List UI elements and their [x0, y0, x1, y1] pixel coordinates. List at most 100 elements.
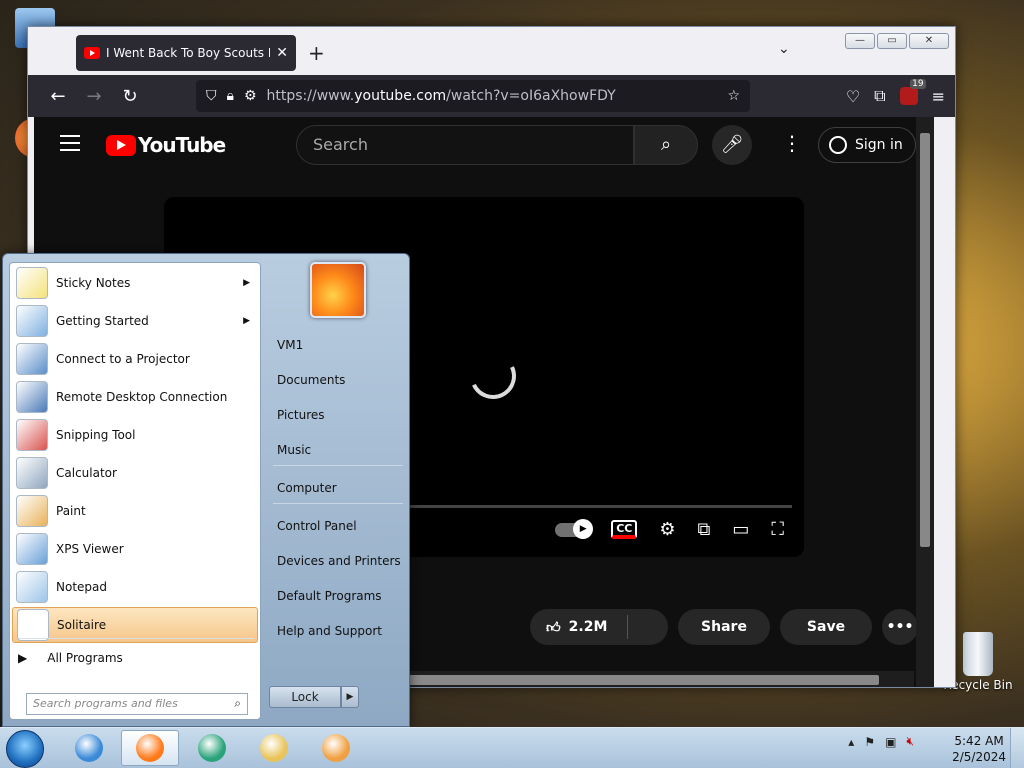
search-icon: ⌕	[660, 134, 672, 155]
start-menu-item[interactable]: Snipping Tool	[12, 417, 258, 453]
search-input[interactable]: Search	[296, 125, 634, 165]
scrollbar-thumb[interactable]	[920, 133, 930, 547]
tab-close-icon[interactable]: ✕	[276, 45, 288, 61]
clock-date: 2/5/2024	[952, 750, 1006, 764]
edge-icon	[198, 734, 226, 762]
taskbar-app-button[interactable]	[183, 730, 241, 766]
start-menu-link[interactable]: Pictures	[277, 408, 325, 422]
start-menu-link[interactable]: VM1	[277, 338, 303, 352]
network-icon[interactable]: ▣	[885, 735, 896, 749]
paint-icon	[16, 495, 48, 527]
voice-search-button[interactable]: 🎤︎	[712, 125, 752, 165]
like-count: 2.2M	[568, 619, 608, 635]
shield-icon[interactable]: ⛉	[206, 88, 217, 104]
permissions-icon[interactable]: ⚙	[244, 88, 257, 104]
start-menu-item[interactable]: Calculator	[12, 455, 258, 491]
list-tabs-chevron-down-icon[interactable]: ⌄	[778, 41, 790, 57]
start-menu-link[interactable]: Computer	[277, 481, 337, 495]
pocket-icon[interactable]: ♡	[846, 87, 860, 106]
url-text[interactable]: https://www.youtube.com/watch?v=oI6aXhow…	[267, 88, 728, 104]
close-button[interactable]: ✕	[909, 33, 949, 49]
start-menu-item-label: Sticky Notes	[56, 276, 131, 290]
miniplayer-icon[interactable]: ⧉	[698, 519, 711, 540]
submenu-arrow-icon: ▶	[243, 316, 250, 326]
start-menu-link[interactable]: Documents	[277, 373, 345, 387]
divider	[273, 465, 403, 466]
taskbar-app-button[interactable]	[121, 730, 179, 766]
internet-explorer-icon	[75, 734, 103, 762]
sticky-notes-icon	[16, 267, 48, 299]
microphone-icon: 🎤︎	[720, 134, 744, 155]
subtitles-button[interactable]: CC	[611, 520, 638, 539]
address-bar[interactable]: ⛉ 🔒︎ ⚙ https://www.youtube.com/watch?v=o…	[196, 80, 750, 112]
like-button[interactable]: 👍︎ 2.2M	[530, 609, 668, 645]
start-menu-item-label: Snipping Tool	[56, 428, 136, 442]
fullscreen-icon[interactable]: ⛶	[771, 519, 784, 540]
back-button[interactable]: ←	[40, 86, 76, 107]
start-menu-item[interactable]: Connect to a Projector	[12, 341, 258, 377]
start-menu-link[interactable]: Help and Support	[277, 624, 382, 638]
theater-mode-icon[interactable]: ▭	[732, 519, 749, 540]
youtube-favicon-icon	[84, 47, 100, 59]
reload-button[interactable]: ↻	[112, 86, 148, 107]
scrollbar-thumb[interactable]	[404, 675, 879, 685]
show-desktop-button[interactable]	[1010, 728, 1024, 768]
firefox-icon	[136, 734, 164, 762]
xps-viewer-icon	[16, 533, 48, 565]
more-actions-button[interactable]: •••	[882, 609, 918, 645]
start-menu-link[interactable]: Control Panel	[277, 519, 357, 533]
scissors-icon	[16, 419, 48, 451]
show-hidden-icons-chevron-up-icon[interactable]: ▴	[848, 735, 854, 749]
all-programs-button[interactable]: ▶ All Programs	[18, 651, 123, 665]
settings-gear-icon[interactable]: ⚙	[659, 519, 675, 540]
youtube-logo[interactable]: YouTube	[106, 133, 226, 157]
tab-youtube[interactable]: I Went Back To Boy Scouts For a ✕	[76, 35, 296, 71]
tab-title: I Went Back To Boy Scouts For a	[106, 46, 270, 60]
search-programs-input[interactable]: Search programs and files ⌕	[26, 693, 248, 715]
extensions-icon[interactable]: ⧉	[874, 86, 885, 106]
settings-kebab-icon[interactable]: ⋮	[782, 131, 802, 155]
start-menu-link[interactable]: Music	[277, 443, 311, 457]
user-picture-avatar[interactable]	[310, 262, 366, 318]
start-menu-item[interactable]: Paint	[12, 493, 258, 529]
clock[interactable]: 5:42 AM 2/5/2024	[952, 733, 1006, 765]
bookmark-star-icon[interactable]: ☆	[727, 88, 740, 104]
save-button[interactable]: Save	[780, 609, 872, 645]
start-menu-link[interactable]: Default Programs	[277, 589, 382, 603]
forward-button[interactable]: →	[76, 86, 112, 107]
shutdown-options-arrow-icon[interactable]: ▶	[341, 686, 359, 708]
vertical-scrollbar[interactable]	[916, 117, 934, 687]
taskbar-app-button[interactable]	[60, 730, 118, 766]
submenu-arrow-icon: ▶	[243, 278, 250, 288]
start-menu-item[interactable]: Notepad	[12, 569, 258, 605]
start-menu-item[interactable]: Remote Desktop Connection	[12, 379, 258, 415]
ublock-extension-icon[interactable]: 19	[899, 79, 926, 105]
volume-muted-icon[interactable]: 🔇︎	[906, 734, 914, 749]
solitaire-icon	[17, 609, 49, 641]
taskbar-app-button[interactable]	[307, 730, 365, 766]
guide-menu-icon[interactable]	[60, 135, 80, 151]
taskbar-app-button[interactable]	[245, 730, 303, 766]
new-tab-button[interactable]: +	[308, 41, 325, 65]
lock-button[interactable]: Lock	[269, 686, 341, 708]
navigation-toolbar: ← → ↻ ⛉ 🔒︎ ⚙ https://www.youtube.com/wat…	[28, 75, 955, 117]
start-menu-item-label: Notepad	[56, 580, 107, 594]
lock-icon[interactable]: 🔒︎	[227, 88, 234, 104]
start-menu-item[interactable]: Getting Started ▶	[12, 303, 258, 339]
autoplay-toggle[interactable]	[555, 518, 594, 539]
action-center-flag-icon[interactable]: ⚑	[864, 735, 875, 749]
start-menu-link[interactable]: Devices and Printers	[277, 554, 401, 568]
search-button[interactable]: ⌕	[634, 125, 698, 165]
start-button-windows-orb-icon[interactable]	[6, 730, 44, 768]
notepad-icon	[16, 571, 48, 603]
start-menu-item[interactable]: XPS Viewer	[12, 531, 258, 567]
menu-icon[interactable]: ≡	[932, 87, 945, 106]
sign-in-button[interactable]: Sign in	[818, 127, 916, 163]
system-tray: ▴ ⚑ ▣ 🔇︎	[848, 734, 914, 749]
player-controls: CC ⚙ ⧉ ▭ ⛶	[555, 518, 784, 540]
maximize-button[interactable]: ▭	[877, 33, 907, 49]
start-menu-item-label: Connect to a Projector	[56, 352, 190, 366]
start-menu-item[interactable]: Sticky Notes ▶	[12, 265, 258, 301]
minimize-button[interactable]: —	[845, 33, 875, 49]
share-button[interactable]: Share	[678, 609, 770, 645]
